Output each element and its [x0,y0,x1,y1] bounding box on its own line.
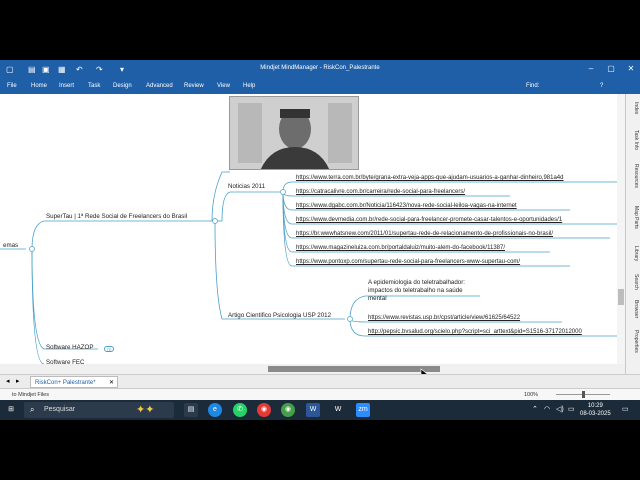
link-noticia-2[interactable]: https://catracalivre.com.br/carreira/red… [296,189,465,195]
link-text: http://pepsic.bvsalud.org/scielo.php?scr… [368,329,582,335]
task-view-icon[interactable]: ▤ [184,403,198,417]
clock-date: 08-03-2025 [580,411,611,417]
find-label: Find: [526,83,540,89]
link-noticia-6[interactable]: https://www.magazineluiza.com.br/portald… [296,245,505,251]
taskbar-search[interactable]: ⌕ Pesquisar ✦✦ [24,402,174,418]
search-placeholder: Pesquisar [44,406,76,413]
link-noticia-1[interactable]: https://www.terra.com.br/byte/grana-extr… [296,175,563,181]
document-tab-label: RiskCon+ Palestrante* [35,380,96,386]
vertical-scrollbar[interactable] [617,94,625,364]
horizontal-scrollbar[interactable] [0,364,625,380]
document-tab-bar: ◂ ▸ RiskCon+ Palestrante* ✕ [0,374,640,388]
tray-chevron-icon[interactable]: ⌃ [532,405,538,413]
link-text: https://catracalivre.com.br/carreira/red… [296,189,466,195]
menu-view[interactable]: View [217,83,230,89]
artigo-title-line: mental [368,295,387,302]
word-icon[interactable]: W [306,403,320,417]
collapse-badge[interactable]: TE [104,346,114,352]
tab-close-icon[interactable]: ✕ [109,379,114,386]
link-text: https://www.magazineluiza.com.br/portald… [296,245,505,251]
menu-design[interactable]: Design [113,83,132,89]
side-panel: Index Task Info Resources Map Parts Libr… [625,94,640,374]
status-text: to Mindjet Files [12,392,49,398]
zoom-slider-knob[interactable] [582,391,585,398]
portrait-photo [229,96,359,170]
taskbar: ⊞ ⌕ Pesquisar ✦✦ ▤ e ✆ ◉ ◉ W W zm ⌃ ◠ ◁)… [0,400,640,420]
menu-insert[interactable]: Insert [59,83,74,89]
link-artigo-2[interactable]: http://pepsic.bvsalud.org/scielo.php?scr… [368,329,582,335]
link-text: https://www.revistas.usp.br/cpst/article… [368,315,521,321]
link-noticia-5[interactable]: https://br.wwwhatsnew.com/2011/01/supert… [296,231,553,237]
network-icon[interactable]: ◠ [544,405,550,413]
link-noticia-7[interactable]: https://www.pontoxp.com/supertau-rede-so… [296,259,520,265]
search-icon: ⌕ [30,405,35,414]
status-bar: to Mindjet Files 100% [0,388,640,400]
menu-advanced[interactable]: Advanced [146,83,173,89]
topic-software-hazop[interactable]: Software HAZOP [46,344,93,351]
link-artigo-1[interactable]: https://www.revistas.usp.br/cpst/article… [368,315,520,321]
whatsapp-icon[interactable]: ✆ [233,403,247,417]
word-doc-icon[interactable]: W [331,403,345,417]
artigo-title-line: A epidemiologia do teletrabalhador: [368,279,466,286]
edge-icon[interactable]: e [208,403,222,417]
topic-artigo-cientifico[interactable]: Artigo Cientifico Psicologia USP 2012 [228,312,331,319]
chrome-icon[interactable]: ◉ [257,403,271,417]
side-tab-resources[interactable]: Resources [629,164,639,188]
menu-task[interactable]: Task [88,83,100,89]
menu-help[interactable]: Help [243,83,255,89]
topic-supertau[interactable]: SuperTau | 1ª Rede Social de Freelancers… [46,213,187,220]
menu-file[interactable]: File [7,83,17,89]
volume-icon[interactable]: ◁) [556,405,564,413]
menu-review[interactable]: Review [184,83,204,89]
map-canvas[interactable]: emas SuperTau | 1ª Rede Social de Freela… [0,94,625,364]
zoom-level: 100% [524,392,539,398]
help-icon[interactable]: ? [600,83,603,89]
find-input[interactable] [542,81,592,91]
side-tab-map-parts[interactable]: Map Parts [629,206,639,229]
link-text: https://www.devmedia.com.br/rede-social-… [296,217,563,223]
minimize-icon[interactable]: – [584,63,598,75]
side-tab-index[interactable]: Index [629,102,639,114]
side-tab-browser[interactable]: Browser [629,300,639,318]
notification-icon[interactable]: ▭ [622,405,629,413]
link-noticia-4[interactable]: https://www.devmedia.com.br/rede-social-… [296,217,562,223]
topic-artigo-title[interactable]: A epidemiologia do teletrabalhador: impa… [368,279,465,303]
taskbar-clock[interactable]: 10:29 08-03-2025 [580,402,611,418]
tab-list-icon[interactable]: ◂ [6,377,10,385]
side-tab-properties[interactable]: Properties [629,330,639,353]
partial-root-topic[interactable]: emas [3,242,18,249]
menu-bar: File Home Insert Task Design Advanced Re… [0,78,640,94]
tab-scroll-icon[interactable]: ▸ [16,377,20,385]
battery-icon[interactable]: ▭ [568,405,575,413]
side-tab-task-info[interactable]: Task Info [629,130,639,150]
link-text: https://www.terra.com.br/byte/grana-extr… [296,175,564,181]
topic-noticias-2011[interactable]: Noticias 2011 [228,183,265,190]
link-noticia-3[interactable]: https://www.dgabc.com.br/Noticia/116423/… [296,203,517,209]
link-text: https://www.pontoxp.com/supertau-rede-so… [296,259,521,265]
side-tab-library[interactable]: Library [629,246,639,261]
zoom-app-icon[interactable]: zm [356,403,370,417]
document-tab-active[interactable]: RiskCon+ Palestrante* ✕ [30,376,118,388]
vertical-scroll-thumb[interactable] [618,289,624,305]
window-title: Mindjet MindManager - RiskCon_Palestrant… [260,65,380,71]
sparkle-icon: ✦✦ [136,404,155,416]
app-screen: ▢ ▤ ▣ ▦ ↶ ↷ ▾ Mindjet MindManager - Risk… [0,60,640,420]
link-text: https://www.dgabc.com.br/Noticia/116423/… [296,203,517,209]
close-icon[interactable]: ✕ [624,63,638,75]
horizontal-scroll-thumb[interactable] [268,366,440,372]
title-bar: ▢ ▤ ▣ ▦ ↶ ↷ ▾ Mindjet MindManager - Risk… [0,60,640,78]
menu-home[interactable]: Home [31,83,47,89]
maximize-icon[interactable]: ▢ [604,63,618,75]
windows-start-icon[interactable]: ⊞ [4,403,18,417]
clock-time: 10:29 [587,403,603,409]
chrome-profile-icon[interactable]: ◉ [281,403,295,417]
side-tab-search[interactable]: Search [629,274,639,290]
artigo-title-line: impactos do teletrabalho na saúde [368,287,463,294]
link-text: https://br.wwwhatsnew.com/2011/01/supert… [296,231,554,237]
